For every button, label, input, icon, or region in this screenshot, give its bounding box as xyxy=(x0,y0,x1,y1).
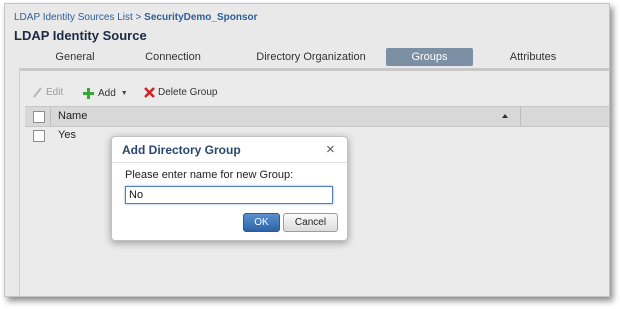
breadcrumb-link-ldap-list[interactable]: LDAP Identity Sources List xyxy=(14,12,133,23)
select-all-checkbox[interactable] xyxy=(33,111,45,123)
delete-x-icon xyxy=(144,87,155,98)
tab-connection[interactable]: Connection xyxy=(135,48,211,66)
pencil-icon xyxy=(33,87,42,98)
edit-button[interactable]: Edit xyxy=(33,87,63,98)
tab-general[interactable]: General xyxy=(43,48,107,66)
edit-label: Edit xyxy=(46,87,64,98)
ok-button[interactable]: OK xyxy=(243,213,280,232)
row-name: Yes xyxy=(58,129,76,141)
tab-attributes[interactable]: Attributes xyxy=(501,48,565,66)
table-header: Name xyxy=(25,106,609,127)
sort-ascending-icon[interactable] xyxy=(502,114,508,118)
add-button[interactable]: Add ▼ xyxy=(82,87,128,100)
column-divider xyxy=(520,107,521,126)
cancel-button[interactable]: Cancel xyxy=(283,213,338,232)
add-label: Add xyxy=(98,88,116,99)
tab-groups[interactable]: Groups xyxy=(386,48,473,66)
page-title: LDAP Identity Source xyxy=(14,28,147,43)
tab-directory-organization[interactable]: Directory Organization xyxy=(249,48,373,66)
dialog-prompt: Please enter name for new Group: xyxy=(125,169,294,181)
close-icon[interactable]: × xyxy=(326,141,335,158)
plus-icon xyxy=(83,88,94,99)
breadcrumb: LDAP Identity Sources List > SecurityDem… xyxy=(14,12,258,23)
add-directory-group-dialog: Add Directory Group × Please enter name … xyxy=(111,136,348,241)
dialog-title: Add Directory Group xyxy=(122,143,241,157)
breadcrumb-current: SecurityDemo_Sponsor xyxy=(144,12,258,23)
delete-group-label: Delete Group xyxy=(158,87,218,98)
dialog-divider xyxy=(112,162,347,163)
row-checkbox[interactable] xyxy=(33,130,45,142)
delete-group-button[interactable]: Delete Group xyxy=(144,87,217,98)
tab-bar: General Connection Directory Organizatio… xyxy=(5,46,609,66)
column-divider xyxy=(50,107,51,126)
breadcrumb-separator: > xyxy=(135,12,142,23)
column-header-name[interactable]: Name xyxy=(58,110,87,122)
group-name-input[interactable] xyxy=(125,186,333,204)
toolbar: Edit Add ▼ Delete Group xyxy=(20,68,609,109)
chevron-down-icon[interactable]: ▼ xyxy=(121,90,128,97)
